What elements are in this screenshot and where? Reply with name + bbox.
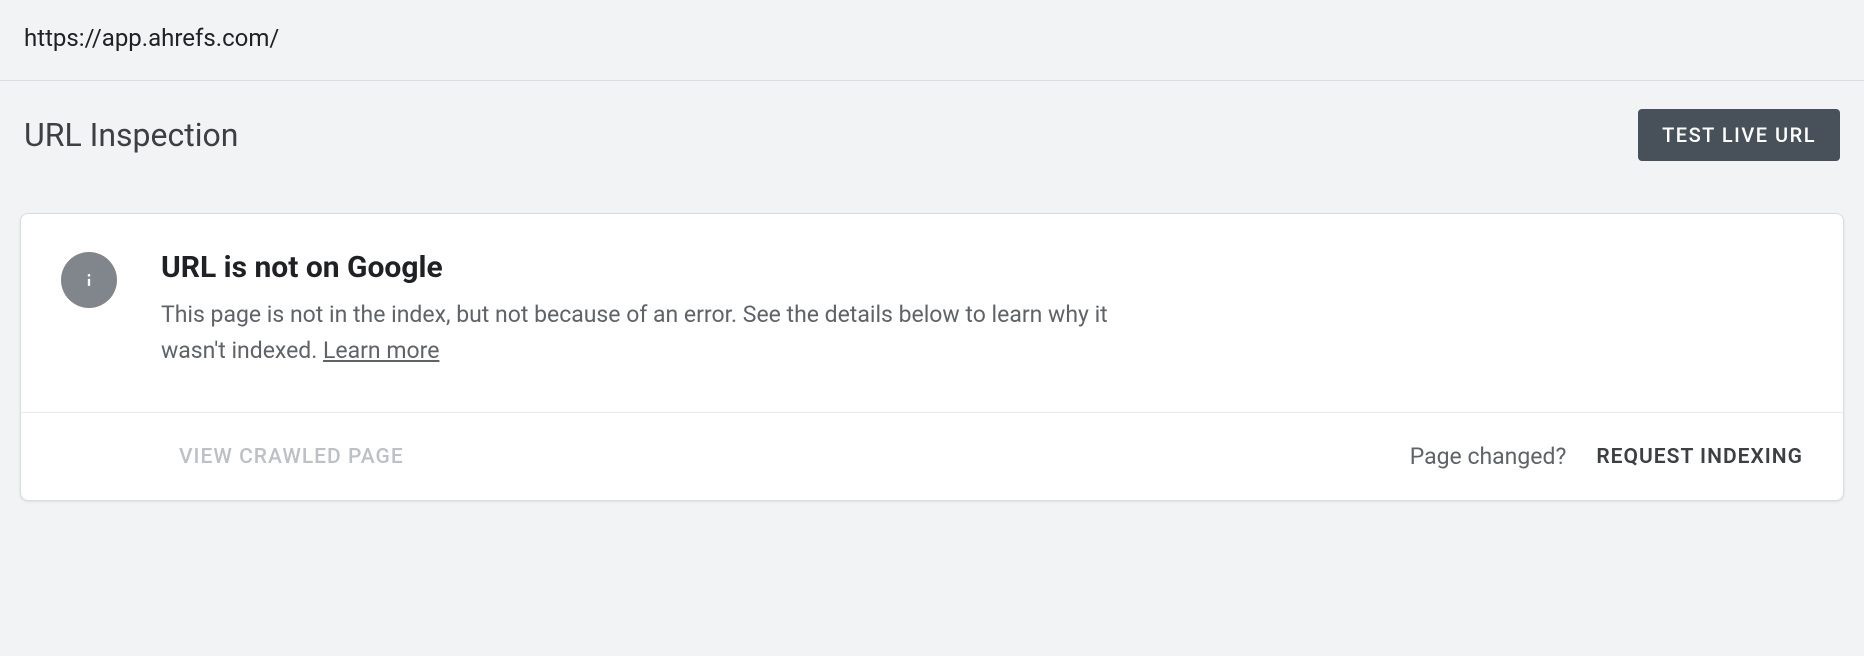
status-card-bottom: VIEW CRAWLED PAGE Page changed? REQUEST … — [21, 413, 1843, 500]
status-description-text: This page is not in the index, but not b… — [161, 301, 1108, 364]
view-crawled-page-button: VIEW CRAWLED PAGE — [179, 445, 404, 469]
status-heading: URL is not on Google — [161, 250, 1161, 285]
url-text: https://app.ahrefs.com/ — [24, 24, 279, 52]
status-card: URL is not on Google This page is not in… — [20, 213, 1844, 501]
test-live-url-button[interactable]: TEST LIVE URL — [1638, 109, 1840, 161]
status-card-top: URL is not on Google This page is not in… — [21, 214, 1843, 413]
request-indexing-button[interactable]: REQUEST INDEXING — [1596, 445, 1803, 469]
url-bar[interactable]: https://app.ahrefs.com/ — [0, 0, 1864, 81]
info-icon — [61, 252, 117, 308]
header-row: URL Inspection TEST LIVE URL — [0, 81, 1864, 189]
status-card-actions: Page changed? REQUEST INDEXING — [1410, 443, 1803, 470]
page-title: URL Inspection — [24, 116, 238, 154]
page-changed-label: Page changed? — [1410, 443, 1567, 470]
status-card-content: URL is not on Google This page is not in… — [161, 250, 1161, 368]
learn-more-link[interactable]: Learn more — [323, 337, 439, 364]
status-description: This page is not in the index, but not b… — [161, 297, 1161, 368]
